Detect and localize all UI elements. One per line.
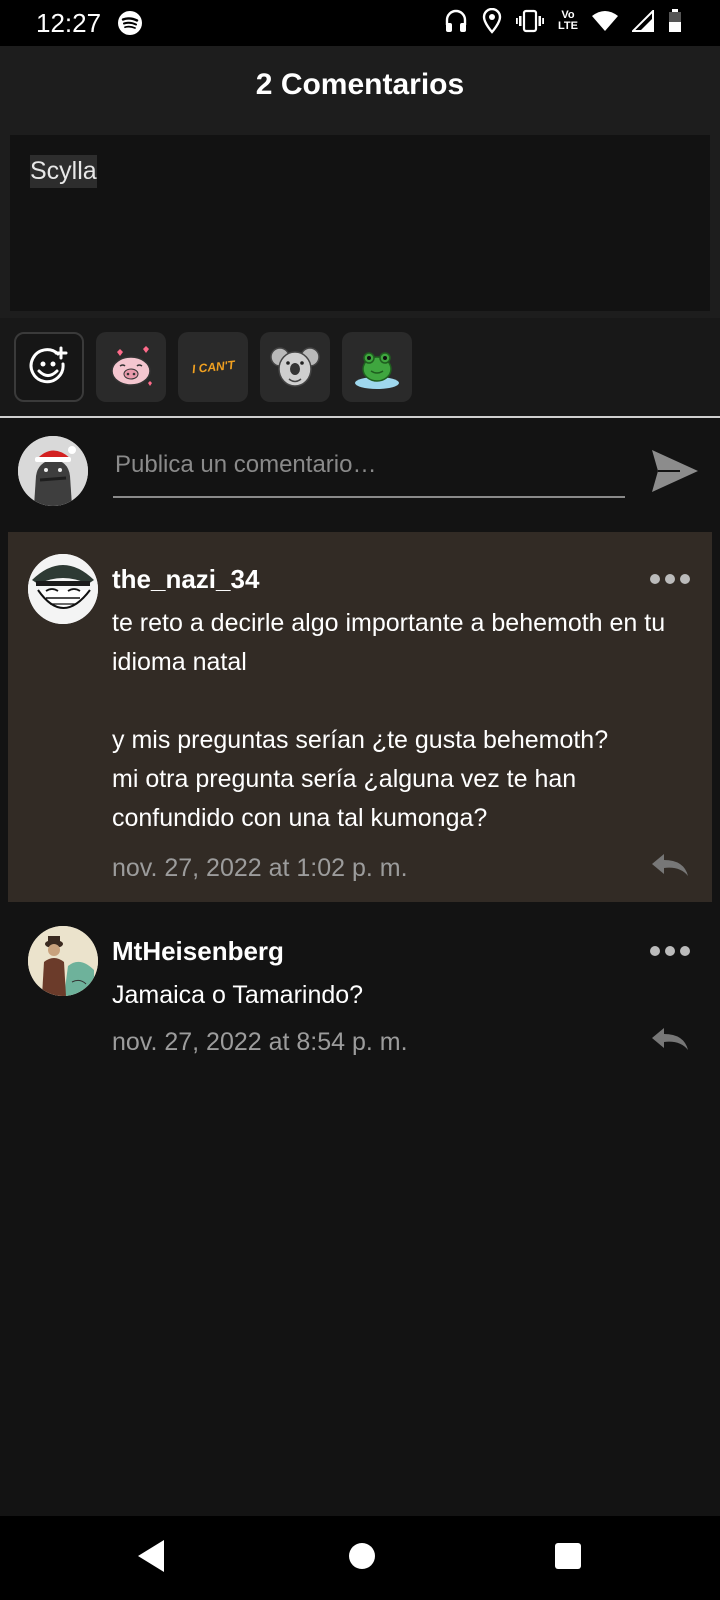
comment-item: the_nazi_34 te reto a decirle algo impor… bbox=[8, 532, 712, 902]
comments-header: 2 Comentarios bbox=[0, 46, 720, 134]
pig-sticker-icon bbox=[111, 346, 152, 386]
page-title: 2 Comentarios bbox=[255, 68, 465, 101]
comment-username[interactable]: MtHeisenberg bbox=[112, 936, 284, 967]
frog-sticker-icon bbox=[355, 352, 399, 389]
comment-date: nov. 27, 2022 at 1:02 p. m. bbox=[112, 854, 408, 882]
more-options-icon[interactable] bbox=[650, 946, 690, 956]
frog-sticker[interactable] bbox=[342, 332, 412, 402]
pig-sticker[interactable] bbox=[96, 332, 166, 402]
current-user-avatar[interactable] bbox=[18, 436, 88, 506]
headphones-icon bbox=[445, 9, 467, 32]
heisenberg-avatar-icon bbox=[28, 926, 98, 996]
vibrate-icon bbox=[516, 9, 545, 33]
wifi-icon bbox=[592, 11, 618, 31]
spotify-icon bbox=[118, 11, 142, 35]
koala-sticker[interactable] bbox=[260, 332, 330, 402]
home-icon[interactable] bbox=[348, 1542, 376, 1570]
sticker-bar: I CAN'T bbox=[0, 318, 720, 418]
comment-date: nov. 27, 2022 at 8:54 p. m. bbox=[112, 1028, 408, 1056]
lte-label: LTE bbox=[558, 20, 578, 32]
comment-input-row bbox=[0, 418, 720, 530]
trollface-avatar-icon bbox=[28, 554, 98, 624]
caption-text: Scylla bbox=[30, 155, 97, 188]
i-cant-sticker[interactable]: I CAN'T bbox=[178, 332, 248, 402]
status-time: 12:27 bbox=[36, 8, 102, 38]
godzilla-avatar-icon bbox=[18, 436, 88, 506]
status-bar: 12:27 Vo LTE bbox=[0, 0, 720, 46]
emoji-add-button[interactable] bbox=[14, 332, 84, 402]
comment-item: MtHeisenberg Jamaica o Tamarindo? nov. 2… bbox=[8, 904, 712, 1074]
signal-icon bbox=[632, 10, 654, 32]
comment-text: Jamaica o Tamarindo? bbox=[112, 981, 364, 1009]
caption-area: Scylla bbox=[0, 122, 720, 318]
comment-input[interactable] bbox=[113, 450, 617, 480]
volte-icon: Vo LTE bbox=[558, 10, 578, 32]
system-nav-bar bbox=[0, 1516, 720, 1600]
send-icon[interactable] bbox=[650, 448, 700, 494]
reply-icon[interactable] bbox=[650, 1026, 690, 1052]
i-cant-sticker-text: I CAN'T bbox=[190, 357, 236, 377]
more-options-icon[interactable] bbox=[650, 574, 690, 584]
comment-avatar[interactable] bbox=[28, 554, 98, 624]
comment-avatar[interactable] bbox=[28, 926, 98, 996]
emoji-add-icon bbox=[29, 346, 68, 384]
caption-box: Scylla bbox=[10, 135, 710, 311]
location-icon bbox=[482, 8, 502, 34]
comment-username[interactable]: the_nazi_34 bbox=[112, 564, 259, 595]
comment-text: te reto a decirle algo importante a behe… bbox=[112, 609, 666, 832]
comment-input-field[interactable] bbox=[113, 444, 625, 498]
recents-icon[interactable] bbox=[554, 1542, 582, 1570]
reply-icon[interactable] bbox=[650, 852, 690, 878]
back-icon[interactable] bbox=[136, 1538, 166, 1574]
battery-icon bbox=[669, 9, 681, 32]
koala-sticker-icon bbox=[270, 347, 320, 387]
